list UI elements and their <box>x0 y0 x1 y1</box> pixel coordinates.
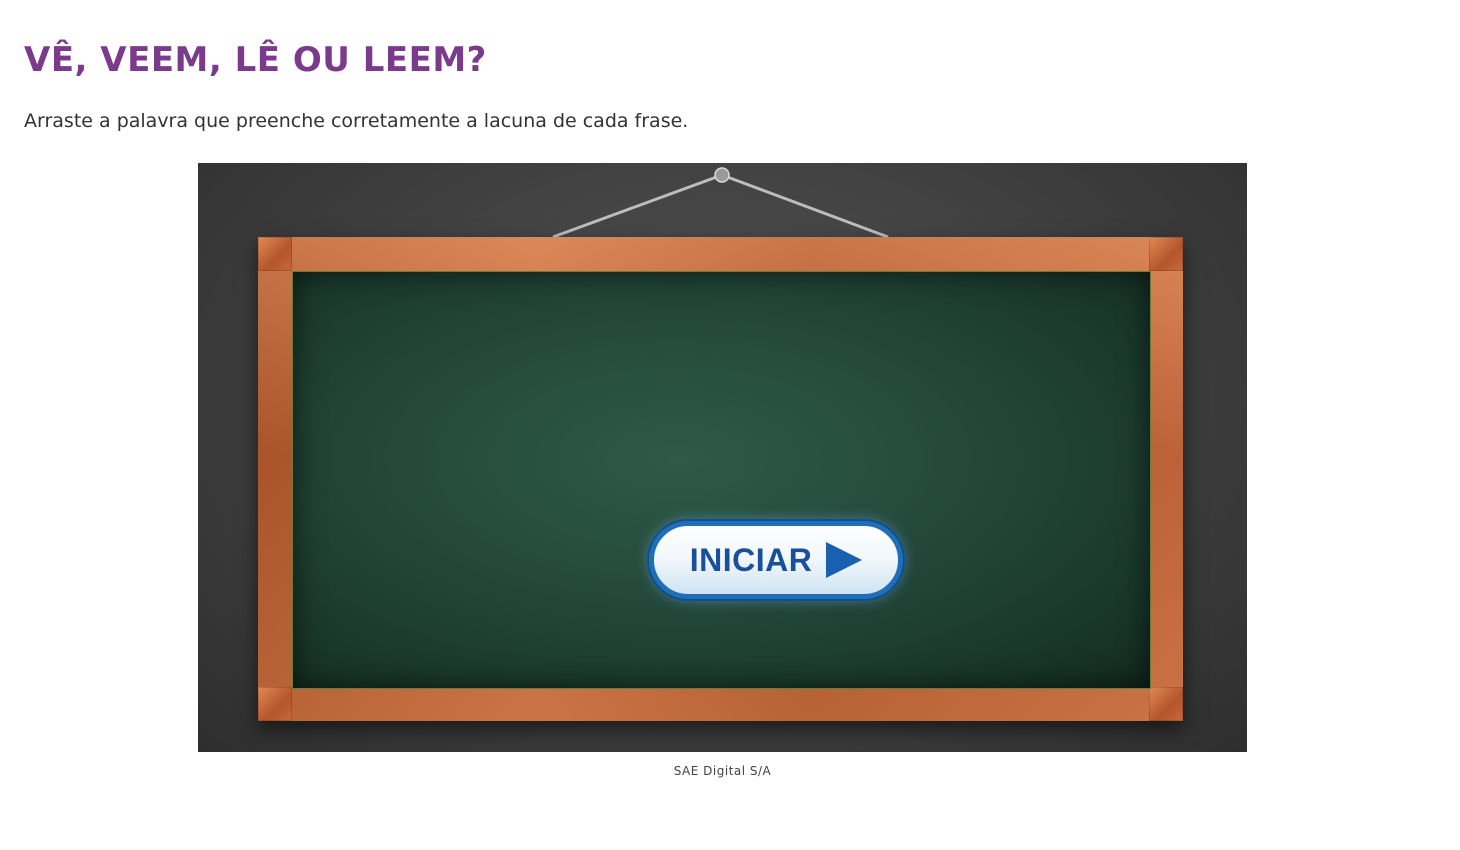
image-caption: SAE Digital S/A <box>673 764 772 778</box>
chalkboard-frame: INICIAR <box>258 237 1183 721</box>
play-icon <box>826 542 863 578</box>
chalkboard <box>292 271 1151 689</box>
nail-icon <box>714 167 730 183</box>
instructions-text: Arraste a palavra que preenche corretame… <box>24 110 689 132</box>
start-button-label: INICIAR <box>689 542 813 578</box>
frame-corner <box>258 237 292 271</box>
start-button[interactable]: INICIAR <box>649 521 903 599</box>
activity-frame: INICIAR <box>198 163 1247 752</box>
frame-corner <box>1149 687 1183 721</box>
hanging-wire <box>552 167 889 239</box>
page-title: VÊ, VEEM, LÊ OU LEEM? <box>24 40 487 80</box>
frame-corner <box>1149 237 1183 271</box>
frame-corner <box>258 687 292 721</box>
